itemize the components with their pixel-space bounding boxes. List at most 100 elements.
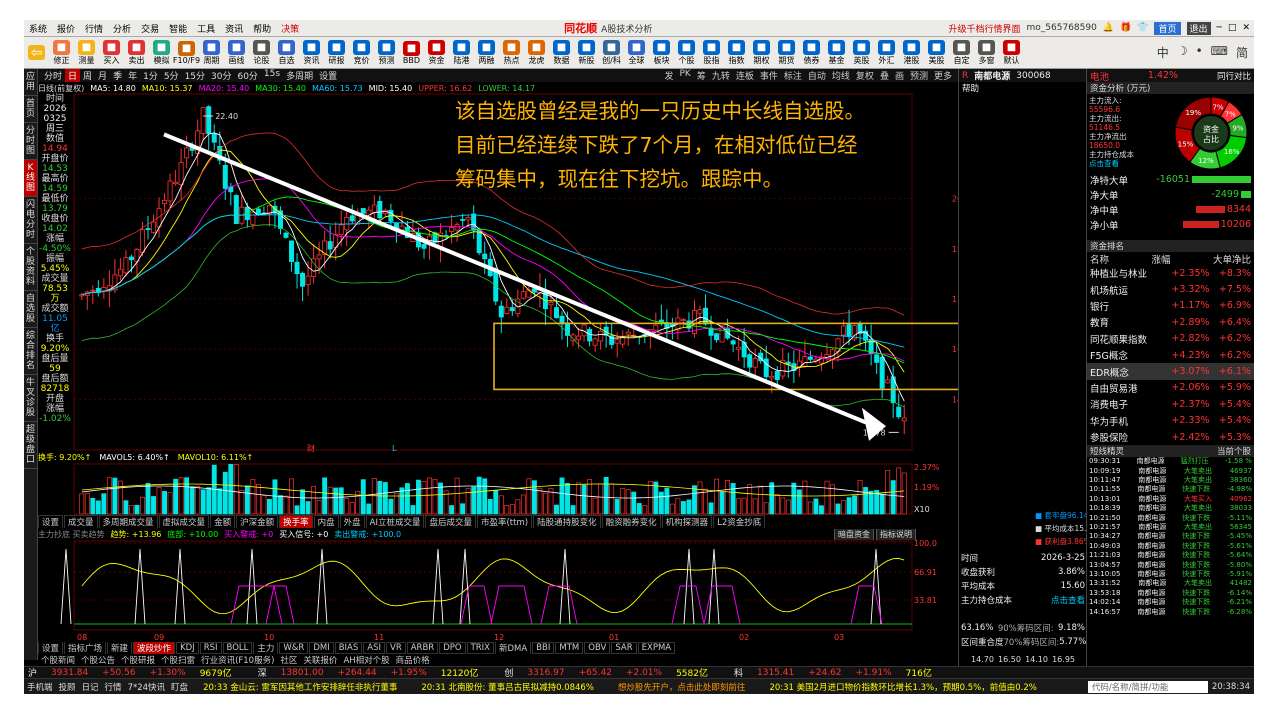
news-ticker-item[interactable]: 20:33 金山云: 雷军因其他工作安排辞任非执行董事 [191,681,409,693]
elf-row[interactable]: 14:16:57 南都电源 快速下跌 -6.28% [1087,608,1254,617]
elf-row[interactable]: 10:49:03 南都电源 快速下跌 -5.61% [1087,542,1254,551]
indicator-tab[interactable]: KDJ [176,642,199,654]
rank-column-header[interactable]: 涨幅 [1151,252,1170,266]
info-tab[interactable]: 个股公告 [78,654,118,666]
bottom-tab[interactable]: 行情 [102,681,125,693]
chip-help[interactable]: 帮助 [959,82,1086,94]
volume-tab[interactable]: 内盘 [313,515,339,528]
indicator-tab[interactable]: DMI [309,642,334,654]
indicator-tab[interactable]: 设置 [38,642,64,654]
info-tab[interactable]: 关联报价 [300,654,340,666]
bottom-tab[interactable]: 盯盘 [168,681,191,693]
rank-row[interactable]: F5G概念 +4.23% +6.2% [1087,347,1254,363]
indicator-tab[interactable]: ARBR [406,642,439,654]
elf-row[interactable]: 10:11:47 南都电源 大笔卖出 38360 [1087,476,1254,485]
elf-row[interactable]: 14:02:14 南都电源 快速下跌 -6.21% [1087,598,1254,607]
rank-row[interactable]: 机场航运 +3.32% +7.5% [1087,281,1254,297]
rank-column-header[interactable]: 名称 [1090,252,1109,266]
indicator-tab[interactable]: SAR [611,642,637,654]
info-tab[interactable]: 个股研报 [118,654,158,666]
news-ticker-item[interactable]: 想炒股先开户，点击此处即刻前往 [606,681,758,693]
elf-row[interactable]: 09:30:31 南都电源 猛烈打压 -1.58 % [1087,457,1254,466]
indicator-tab[interactable]: W&R [279,642,309,654]
volume-bar [603,476,609,515]
chip-row[interactable]: 主力持仓成本 点击查看 [959,593,1087,607]
elf-row[interactable]: 10:34:27 南都电源 快速下跌 -5.45% [1087,532,1254,541]
search-input[interactable]: 代码/名称/简拼/功能 [1087,680,1208,693]
volume-tab[interactable]: 金额 [210,515,236,528]
info-tab[interactable]: 商品价格 [393,654,433,666]
rank-row[interactable]: 参股保险 +2.42% +5.3% [1087,429,1254,445]
rank-row[interactable]: EDR概念 +3.07% +6.1% [1087,363,1254,380]
volume-bar [162,491,168,515]
indicator-tab[interactable]: BOLL [222,642,253,654]
elf-row[interactable]: 13:04:57 南都电源 快速下跌 -5.80% [1087,561,1254,570]
elf-row[interactable]: 10:21:57 南都电源 大笔卖出 56345 [1087,523,1254,532]
rank-row[interactable]: 教育 +2.89% +6.4% [1087,314,1254,330]
elf-row[interactable]: 10:18:39 南都电源 大笔卖出 38033 [1087,504,1254,513]
volume-tab[interactable]: 融资融券变化 [601,515,661,528]
info-tab[interactable]: AH相对个股 [340,654,392,666]
indicator-tab[interactable]: MTM [555,642,584,654]
volume-tab[interactable]: 沪深金额 [236,515,279,528]
indicator-tab[interactable]: OBV [584,642,611,654]
indicator-tab[interactable]: RSI [199,642,222,654]
bottom-tab[interactable]: 手机端 [24,681,56,693]
volume-tab[interactable]: 市盈率(ttm) [476,515,533,528]
elf-row[interactable]: 10:21:50 南都电源 快速下跌 -5.11% [1087,514,1254,523]
rank-column-header[interactable]: 大单净比 [1213,252,1251,266]
help-label[interactable]: 帮助 [962,82,979,94]
indicator-tab[interactable]: 指标广场 [64,642,107,654]
indicator-button[interactable]: 暗盘资金 [834,529,874,540]
info-tab[interactable]: 个股扫雷 [158,654,198,666]
candle-body [625,331,631,335]
volume-tab[interactable]: L2资金抄底 [713,515,766,528]
rank-row[interactable]: 种植业与林业 +2.35% +8.3% [1087,265,1254,281]
rank-row[interactable]: 同花顺果指数 +2.82% +6.2% [1087,331,1254,347]
volume-tab[interactable]: 多周期成交量 [98,515,158,528]
indicator-tab[interactable]: TRIX [466,642,495,654]
volume-tab[interactable]: 换手率 [279,515,313,528]
indicator-tab[interactable]: 主力 [253,642,279,654]
compare-tab[interactable]: 同行对比 [1217,70,1251,82]
volume-tab[interactable]: 陆股通持股变化 [533,515,601,528]
volume-tab[interactable]: 外盘 [339,515,365,528]
bottom-tab[interactable]: 7*24快讯 [125,681,168,693]
elf-row[interactable]: 10:13:01 南都电源 大笔买入 40962 [1087,495,1254,504]
rank-row[interactable]: 银行 +1.17% +6.9% [1087,298,1254,314]
elf-row[interactable]: 13:31:52 南都电源 大笔卖出 41482 [1087,579,1254,588]
indicator-tab[interactable]: BBI [532,642,555,654]
elf-row[interactable]: 13:10:05 南都电源 快速下跌 -5.91% [1087,570,1254,579]
elf-row[interactable]: 13:53:18 南都电源 快速下跌 -6.14% [1087,589,1254,598]
indicator-tab[interactable]: VR [386,642,406,654]
info-tab[interactable]: 个股新闻 [38,654,78,666]
indicator-tab[interactable]: EXPMA [637,642,676,654]
indicator-tab[interactable]: ASI [363,642,385,654]
rank-row[interactable]: 华为手机 +2.33% +5.4% [1087,413,1254,429]
volume-tab[interactable]: 盘后成交量 [425,515,476,528]
info-tab[interactable]: 社区 [277,654,300,666]
bottom-tab[interactable]: 投顾 [56,681,79,693]
elf-row[interactable]: 11:21:03 南都电源 快速下跌 -5.64% [1087,551,1254,560]
indicator-tab[interactable]: DPO [439,642,466,654]
info-tab[interactable]: 行业资讯(F10服务) [198,654,277,666]
volume-tab[interactable]: 设置 [38,515,64,528]
news-ticker-item[interactable]: 20:31 美国2月进口物价指数环比增长1.3%，预期0.5%，前值由0.2% [757,681,1048,693]
news-ticker-item[interactable]: 20:31 北南股份: 董事吕古民拟减持0.0846% [409,681,606,693]
volume-tab[interactable]: 成交量 [64,515,98,528]
elf-filter[interactable]: 当前个股 [1217,445,1251,457]
bottom-tab[interactable]: 日记 [79,681,102,693]
elf-row[interactable]: 10:09:19 南都电源 大笔卖出 46937 [1087,467,1254,476]
indicator-button[interactable]: 指标说明 [876,529,916,540]
volume-tab[interactable]: 虚拟成交量 [158,515,210,528]
volume-tab[interactable]: 机构探测器 [661,515,713,528]
indicator-tab[interactable]: 波段炒作 [133,642,176,654]
elf-row[interactable]: 10:11:55 南都电源 快速下跌 -4.98% [1087,485,1254,494]
volume-bar [471,486,477,515]
indicator-tab[interactable]: 新建 [107,642,133,654]
indicator-tab[interactable]: 新DMA [495,642,532,654]
volume-tab[interactable]: AI立桩成交量 [365,515,425,528]
rank-row[interactable]: 自由贸易港 +2.06% +5.9% [1087,380,1254,396]
indicator-tab[interactable]: BIAS [334,642,363,654]
rank-row[interactable]: 消费电子 +2.37% +5.4% [1087,396,1254,412]
